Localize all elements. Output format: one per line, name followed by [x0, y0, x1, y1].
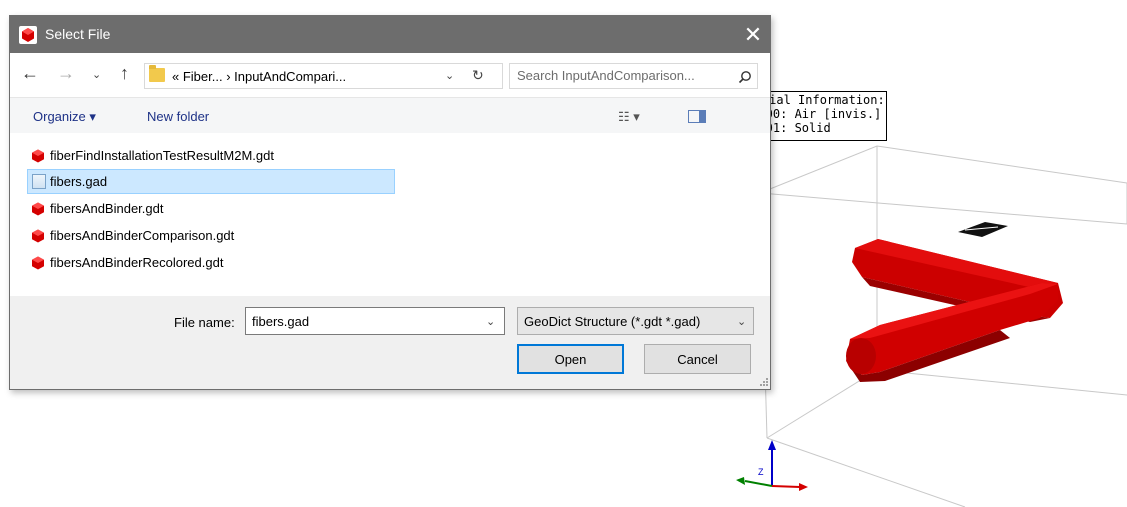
- file-list: fiberFindInstallationTestResultM2M.gdt f…: [10, 133, 770, 296]
- gad-file-icon: [32, 174, 46, 189]
- file-name: fibers.gad: [50, 174, 108, 189]
- app-cube-icon: [19, 26, 37, 44]
- svg-text:Z: Z: [758, 467, 764, 477]
- file-item[interactable]: fibersAndBinderComparison.gdt: [27, 223, 395, 248]
- gdt-file-icon: [32, 202, 44, 215]
- file-name-input[interactable]: fibers.gad: [252, 314, 309, 329]
- file-name: fiberFindInstallationTestResultM2M.gdt: [50, 148, 274, 163]
- file-name: fibersAndBinder.gdt: [50, 201, 164, 216]
- folder-icon: [149, 65, 165, 82]
- dialog-footer: File name: fibers.gad ⌄ GeoDict Structur…: [10, 296, 770, 389]
- back-button[interactable]: ←: [21, 63, 39, 84]
- forward-button[interactable]: →: [57, 63, 75, 84]
- preview-pane-icon[interactable]: [688, 110, 706, 123]
- file-item-selected[interactable]: fibers.gad: [27, 169, 395, 194]
- dialog-title: Select File: [45, 26, 111, 42]
- file-name-dropdown-button[interactable]: ⌄: [486, 315, 495, 328]
- orientation-axes-icon: Z: [736, 440, 808, 491]
- file-name-label: File name:: [174, 315, 235, 330]
- gdt-file-icon: [32, 149, 44, 162]
- file-item[interactable]: fibersAndBinderRecolored.gdt: [27, 250, 395, 275]
- breadcrumb[interactable]: « Fiber... › InputAndCompari...: [172, 69, 346, 84]
- search-input[interactable]: Search InputAndComparison...: [517, 68, 695, 83]
- organize-button[interactable]: Organize ▾: [33, 109, 96, 125]
- address-bar[interactable]: « Fiber... › InputAndCompari... ⌄ ↻: [144, 63, 503, 89]
- recent-locations-button[interactable]: ⌄: [92, 68, 101, 81]
- title-bar[interactable]: Select File ✕: [10, 16, 770, 53]
- close-button[interactable]: ✕: [735, 16, 771, 53]
- address-dropdown-button[interactable]: ⌄: [445, 69, 454, 82]
- select-file-dialog: Select File ✕ ← → ⌄ ↑ « Fiber... › Input…: [9, 15, 771, 390]
- gdt-file-icon: [32, 256, 44, 269]
- search-icon[interactable]: [738, 70, 752, 84]
- file-name: fibersAndBinderRecolored.gdt: [50, 255, 224, 270]
- up-button[interactable]: ↑: [120, 63, 129, 84]
- resize-grip-icon[interactable]: [759, 377, 769, 387]
- navigation-bar: ← → ⌄ ↑ « Fiber... › InputAndCompari... …: [10, 53, 770, 97]
- top-marker-icon: [958, 222, 1008, 237]
- refresh-button[interactable]: ↻: [472, 67, 484, 84]
- cancel-button[interactable]: Cancel: [644, 344, 751, 374]
- file-type-value: GeoDict Structure (*.gdt *.gad): [524, 314, 701, 329]
- new-folder-button[interactable]: New folder: [147, 109, 209, 124]
- file-name-combobox[interactable]: fibers.gad ⌄: [245, 307, 505, 335]
- file-type-select[interactable]: GeoDict Structure (*.gdt *.gad) ⌄: [517, 307, 754, 335]
- close-icon: ✕: [743, 21, 763, 47]
- open-button[interactable]: Open: [517, 344, 624, 374]
- search-box[interactable]: Search InputAndComparison...: [509, 63, 758, 89]
- change-view-button[interactable]: ☷ ▾: [618, 109, 640, 125]
- file-item[interactable]: fiberFindInstallationTestResultM2M.gdt: [27, 143, 395, 168]
- gdt-file-icon: [32, 229, 44, 242]
- file-name: fibersAndBinderComparison.gdt: [50, 228, 235, 243]
- file-item[interactable]: fibersAndBinder.gdt: [27, 196, 395, 221]
- chevron-down-icon[interactable]: ⌄: [737, 315, 746, 328]
- command-bar: Organize ▾ New folder ☷ ▾: [10, 97, 770, 134]
